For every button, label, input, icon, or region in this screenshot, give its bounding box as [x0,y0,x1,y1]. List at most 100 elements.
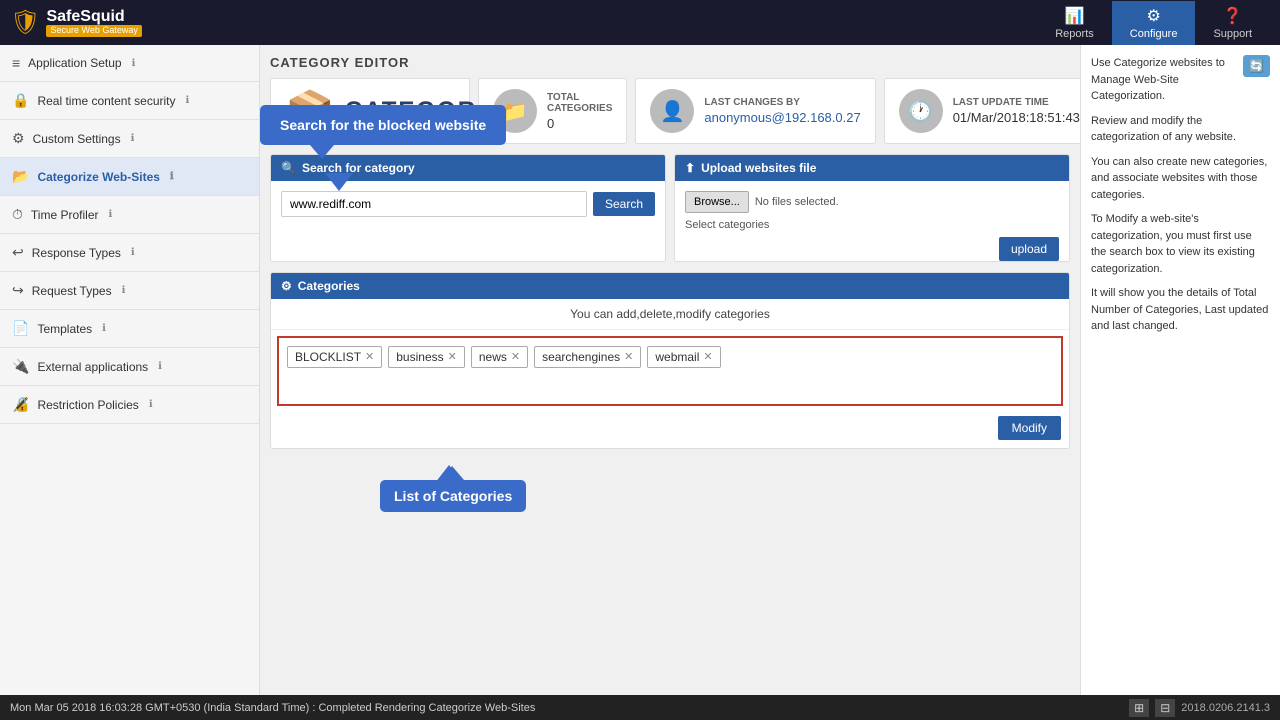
sidebar-item-categorize[interactable]: 📂 Categorize Web-Sites ℹ [0,158,259,196]
tag-label: business [396,350,443,364]
total-value: 0 [547,116,612,131]
sidebar-item-external[interactable]: 🔌 External applications ℹ [0,348,259,386]
categorize-label: Categorize Web-Sites [37,170,159,184]
upload-row: Browse... No files selected. [685,191,1059,213]
browse-button[interactable]: Browse... [685,191,749,213]
top-navigation: 🛡 SafeSquid Secure Web Gateway 📊 Reports… [0,0,1280,45]
help-line4: To Modify a web-site's categorization, y… [1091,211,1270,277]
cat-tag-business: business ✕ [388,346,465,368]
custom-info: ℹ [131,133,135,144]
last-changes-value: anonymous@192.168.0.27 [704,110,860,125]
categories-tags-area: BLOCKLIST ✕ business ✕ news ✕ searchengines ✕ we… [277,336,1063,406]
tag-label: news [479,350,507,364]
realtime-icon: 🔒 [12,92,29,109]
upload-section-header: ⬆ Upload websites file [675,155,1069,181]
upload-button[interactable]: upload [999,237,1059,261]
categories-section: ⚙ Categories You can add,delete,modify c… [270,272,1070,449]
status-bar: Mon Mar 05 2018 16:03:28 GMT+0530 (India… [0,695,1280,720]
search-header-icon: 🔍 [281,161,296,175]
cat-tag-news: news ✕ [471,346,528,368]
tag-remove-btn[interactable]: ✕ [624,352,633,363]
response-info: ℹ [131,247,135,258]
configure-nav-button[interactable]: ⚙ Configure [1112,1,1196,45]
last-update-card: 🕐 LAST UPDATE TIME 01/Mar/2018:18:51:43 [884,78,1080,144]
tag-remove-btn[interactable]: ✕ [511,352,520,363]
upload-icon: ⬆ [685,161,695,175]
sidebar: ≡ Application Setup ℹ 🔒 Real time conten… [0,45,260,695]
sidebar-item-time-profiler[interactable]: ⏱ Time Profiler ℹ [0,196,259,234]
reports-nav-button[interactable]: 📊 Reports [1037,1,1112,45]
configure-icon: ⚙ [1146,6,1160,26]
tag-remove-btn[interactable]: ✕ [448,352,457,363]
search-annotation-bubble: Search for the blocked website [260,105,506,145]
main-layout: ≡ Application Setup ℹ 🔒 Real time conten… [0,45,1280,695]
categories-bubble-arrow [435,465,463,483]
time-profiler-icon: ⏱ [12,206,23,223]
modify-btn-row: Modify [271,412,1069,448]
clock-icon: 🕐 [899,89,943,133]
time-profiler-label: Time Profiler [31,208,99,222]
modify-button[interactable]: Modify [998,416,1061,440]
page-title: CATEGORY EDITOR [270,55,1070,70]
status-version: 2018.0206.2141.3 [1181,702,1270,714]
help-line2: Review and modify the categorization of … [1091,113,1270,146]
right-panel: 🔄 Use Categorize websites to Manage Web-… [1080,45,1280,695]
sidebar-item-realtime[interactable]: 🔒 Real time content security ℹ [0,82,259,120]
total-label: TOTAL CATEGORIES [547,92,612,114]
cat-tag-blocklist: BLOCKLIST ✕ [287,346,382,368]
categories-section-header: ⚙ Categories [271,273,1069,299]
app-setup-label: Application Setup [28,56,121,70]
status-icon-btn-1[interactable]: ⊞ [1129,699,1149,717]
custom-label: Custom Settings [33,132,121,146]
help-line3: You can also create new categories, and … [1091,154,1270,204]
sidebar-item-templates[interactable]: 📄 Templates ℹ [0,310,259,348]
refresh-button[interactable]: 🔄 [1243,55,1270,77]
external-info: ℹ [158,361,162,372]
search-section: 🔍 Search for category Search [270,154,666,262]
logo-name: SafeSquid [46,8,141,26]
search-bubble-arrow [325,173,353,191]
support-nav-button[interactable]: ❓ Support [1195,1,1270,45]
app-setup-icon: ≡ [12,55,20,71]
logo-area: 🛡 SafeSquid Secure Web Gateway [10,8,142,37]
status-right: ⊞ ⊟ 2018.0206.2141.3 [1129,699,1270,717]
no-file-text: No files selected. [755,196,839,208]
sidebar-item-app-setup[interactable]: ≡ Application Setup ℹ [0,45,259,82]
sidebar-item-custom[interactable]: ⚙ Custom Settings ℹ [0,120,259,158]
response-icon: ↩ [12,244,24,261]
realtime-info: ℹ [186,95,190,106]
sidebar-item-restriction[interactable]: 🔏 Restriction Policies ℹ [0,386,259,424]
realtime-label: Real time content security [37,94,175,108]
search-button[interactable]: Search [593,192,655,216]
status-icon-btn-2[interactable]: ⊟ [1155,699,1175,717]
categorize-info: ℹ [170,171,174,182]
select-categories-text: Select categories [685,219,1059,231]
tag-remove-btn[interactable]: ✕ [365,352,374,363]
templates-label: Templates [37,322,92,336]
tag-label: webmail [655,350,699,364]
two-col-section: 🔍 Search for category Search ⬆ Upload we… [270,154,1070,262]
categories-hint: You can add,delete,modify categories [271,299,1069,330]
logo-shield-icon: 🛡 [10,8,40,37]
templates-info: ℹ [102,323,106,334]
request-info: ℹ [122,285,126,296]
restriction-icon: 🔏 [12,396,29,413]
tag-remove-btn[interactable]: ✕ [703,352,712,363]
last-update-value: 01/Mar/2018:18:51:43 [953,110,1080,125]
response-label: Response Types [32,246,121,260]
custom-icon: ⚙ [12,130,25,147]
sidebar-item-response[interactable]: ↩ Response Types ℹ [0,234,259,272]
tag-label: searchengines [542,350,620,364]
tag-label: BLOCKLIST [295,350,361,364]
request-label: Request Types [32,284,112,298]
search-input[interactable] [281,191,587,217]
support-icon: ❓ [1223,6,1243,26]
logo-text: SafeSquid Secure Web Gateway [46,8,141,37]
categories-annotation-bubble: List of Categories [380,480,526,512]
status-text: Mon Mar 05 2018 16:03:28 GMT+0530 (India… [10,702,535,714]
reports-label: Reports [1055,28,1094,40]
time-profiler-info: ℹ [109,209,113,220]
logo-subtitle: Secure Web Gateway [46,25,141,37]
upload-section-body: Browse... No files selected. Select cate… [675,181,1069,247]
sidebar-item-request[interactable]: ↪ Request Types ℹ [0,272,259,310]
